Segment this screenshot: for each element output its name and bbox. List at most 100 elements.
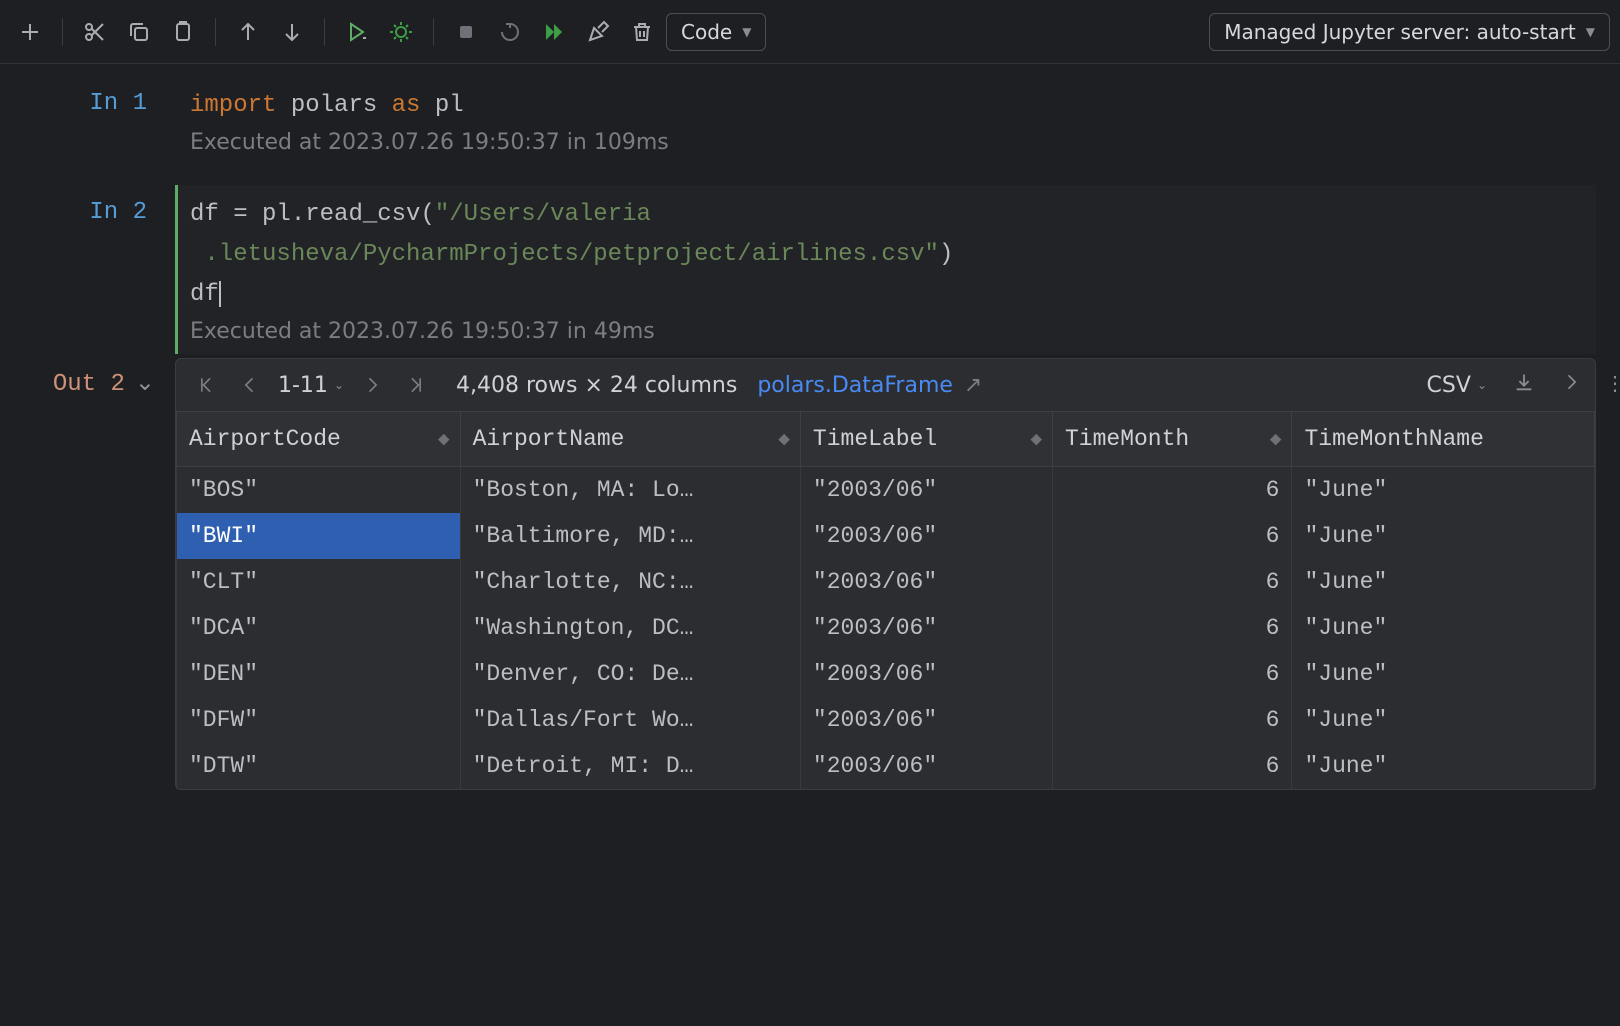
table-cell[interactable]: "2003/06" [800,605,1052,651]
table-cell[interactable]: "Baltimore, MD:… [460,513,800,559]
chevron-down-icon: ⌄ [135,368,155,398]
cell-type-label: Code [681,20,732,44]
chevron-down-icon: ⌄ [334,378,344,392]
execution-status: Executed at 2023.07.26 19:50:37 in 49ms [190,319,1596,344]
table-cell[interactable]: "BWI" [177,513,461,559]
table-cell[interactable]: "DCA" [177,605,461,651]
sort-icon: ◆ [778,430,790,449]
table-cell[interactable]: 6 [1052,697,1291,743]
dataframe-toolbar: 1-11 ⌄ 4,408 rows × 24 columns polars.Da… [176,359,1595,411]
table-cell[interactable]: 6 [1052,605,1291,651]
cell-prompt: In 2 [0,185,175,226]
delete-cell-button[interactable] [622,12,662,52]
cell-type-dropdown[interactable]: Code ▼ [666,13,766,51]
code-editor[interactable]: import polars as pl Executed at 2023.07.… [175,76,1596,165]
cell-in-1: In 1 import polars as pl Executed at 202… [0,76,1620,165]
run-cell-button[interactable] [337,12,377,52]
output-prompt[interactable]: Out 2 ⌄ [0,354,175,398]
table-cell[interactable]: "June" [1292,743,1595,789]
download-button[interactable] [1513,371,1535,399]
table-cell[interactable]: 6 [1052,651,1291,697]
notebook-body: In 1 import polars as pl Executed at 202… [0,64,1620,790]
table-cell[interactable]: "June" [1292,651,1595,697]
copy-button[interactable] [119,12,159,52]
table-cell[interactable]: "Denver, CO: De… [460,651,800,697]
prev-page-button[interactable] [234,369,266,401]
table-row[interactable]: "BWI""Baltimore, MD:…"2003/06"6"June" [177,513,1595,559]
debug-cell-button[interactable] [381,12,421,52]
table-row[interactable]: "CLT""Charlotte, NC:…"2003/06"6"June" [177,559,1595,605]
table-cell[interactable]: "June" [1292,467,1595,514]
table-cell[interactable]: "June" [1292,513,1595,559]
last-page-button[interactable] [400,369,432,401]
more-actions-button[interactable]: ⋮ [1605,371,1620,395]
table-row[interactable]: "DFW""Dallas/Fort Wo…"2003/06"6"June" [177,697,1595,743]
table-cell[interactable]: "2003/06" [800,559,1052,605]
page-range-dropdown[interactable]: 1-11 ⌄ [278,373,344,398]
table-row[interactable]: "DEN""Denver, CO: De…"2003/06"6"June" [177,651,1595,697]
chevron-down-icon: ▼ [1586,25,1595,39]
table-cell[interactable]: "June" [1292,559,1595,605]
run-all-button[interactable] [534,12,574,52]
dataframe-table: AirportCode◆ AirportName◆ TimeLabel◆ Tim… [176,411,1595,789]
move-down-button[interactable] [272,12,312,52]
column-header[interactable]: AirportName◆ [460,412,800,467]
next-page-button[interactable] [356,369,388,401]
cell-prompt: In 1 [0,76,175,117]
table-cell[interactable]: "June" [1292,697,1595,743]
table-cell[interactable]: 6 [1052,467,1291,514]
notebook-toolbar: Code ▼ Managed Jupyter server: auto-star… [0,0,1620,64]
text-cursor [219,281,221,307]
table-cell[interactable]: 6 [1052,513,1291,559]
table-cell[interactable]: "Washington, DC… [460,605,800,651]
paste-button[interactable] [163,12,203,52]
column-header[interactable]: TimeMonth◆ [1052,412,1291,467]
table-cell[interactable]: "CLT" [177,559,461,605]
dataframe-type-link[interactable]: polars.DataFrame ↗ [757,373,982,398]
sort-icon: ◆ [1030,430,1042,449]
table-row[interactable]: "BOS""Boston, MA: Lo…"2003/06"6"June" [177,467,1595,514]
table-cell[interactable]: "Detroit, MI: D… [460,743,800,789]
dataframe-output: ⋮ 1-11 ⌄ [175,358,1596,790]
table-cell[interactable]: "Boston, MA: Lo… [460,467,800,514]
cell-in-2: In 2 df = pl.read_csv("/Users/valeria .l… [0,185,1620,354]
expand-button[interactable] [1561,372,1581,398]
table-cell[interactable]: 6 [1052,559,1291,605]
chevron-down-icon: ▼ [742,25,751,39]
sort-icon: ◆ [1270,430,1282,449]
dataframe-shape: 4,408 rows × 24 columns [456,373,737,398]
table-cell[interactable]: "DEN" [177,651,461,697]
add-cell-button[interactable] [10,12,50,52]
table-cell[interactable]: "DTW" [177,743,461,789]
separator [62,18,63,46]
first-page-button[interactable] [190,369,222,401]
table-cell[interactable]: "2003/06" [800,697,1052,743]
code-editor[interactable]: df = pl.read_csv("/Users/valeria .letush… [175,185,1596,354]
external-link-icon: ↗ [964,373,982,398]
table-cell[interactable]: "Charlotte, NC:… [460,559,800,605]
column-header[interactable]: TimeLabel◆ [800,412,1052,467]
execution-status: Executed at 2023.07.26 19:50:37 in 109ms [190,130,1596,155]
table-cell[interactable]: 6 [1052,743,1291,789]
table-cell[interactable]: "2003/06" [800,651,1052,697]
table-cell[interactable]: "2003/06" [800,513,1052,559]
jupyter-server-dropdown[interactable]: Managed Jupyter server: auto-start ▼ [1209,13,1610,51]
move-up-button[interactable] [228,12,268,52]
restart-button[interactable] [490,12,530,52]
table-cell[interactable]: "June" [1292,605,1595,651]
column-header[interactable]: AirportCode◆ [177,412,461,467]
interrupt-button[interactable] [446,12,486,52]
cut-button[interactable] [75,12,115,52]
table-cell[interactable]: "DFW" [177,697,461,743]
table-cell[interactable]: "2003/06" [800,467,1052,514]
clear-outputs-button[interactable] [578,12,618,52]
separator [433,18,434,46]
column-header[interactable]: TimeMonthName [1292,412,1595,467]
chevron-down-icon: ⌄ [1477,378,1487,392]
export-format-dropdown[interactable]: CSV ⌄ [1427,373,1487,398]
table-cell[interactable]: "Dallas/Fort Wo… [460,697,800,743]
table-row[interactable]: "DTW""Detroit, MI: D…"2003/06"6"June" [177,743,1595,789]
table-row[interactable]: "DCA""Washington, DC…"2003/06"6"June" [177,605,1595,651]
table-cell[interactable]: "2003/06" [800,743,1052,789]
table-cell[interactable]: "BOS" [177,467,461,514]
